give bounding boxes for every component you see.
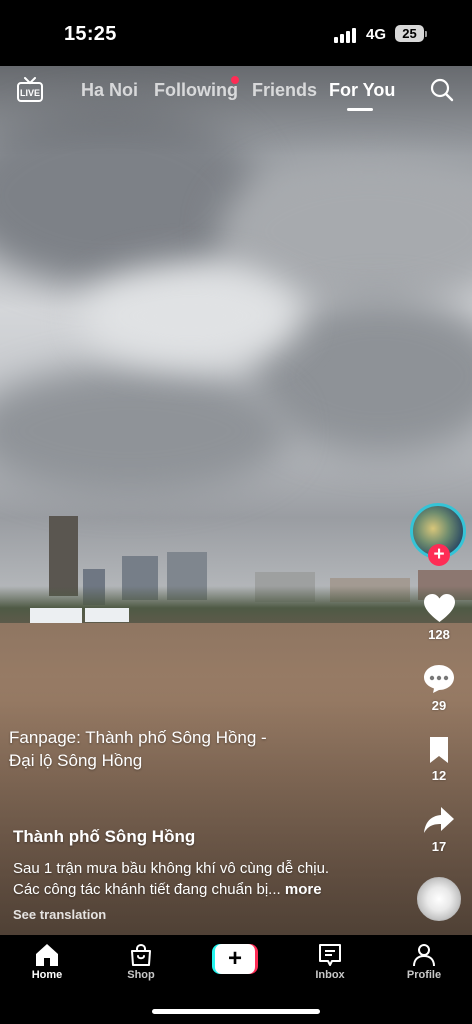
tab-for-you[interactable]: For You [329, 80, 395, 101]
caption-line-2: Các công tác khánh tiết đang chuẩn bị... [13, 881, 281, 898]
tab-friends[interactable]: Friends [252, 80, 317, 101]
cloud-shape [0, 366, 290, 496]
nav-profile[interactable]: Profile [384, 935, 464, 989]
nav-shop-label: Shop [127, 969, 155, 981]
share-count: 17 [431, 839, 447, 854]
network-type: 4G [366, 26, 387, 43]
nav-home[interactable]: Home [7, 935, 87, 989]
tab-following[interactable]: Following [154, 80, 238, 101]
author-name[interactable]: Thành phố Sông Hồng [13, 827, 195, 847]
notification-dot [231, 76, 239, 84]
video-player[interactable] [0, 66, 472, 935]
comment-icon[interactable] [423, 664, 455, 694]
svg-text:LIVE: LIVE [20, 88, 40, 98]
nav-inbox[interactable]: Inbox [290, 935, 370, 989]
music-disc-icon[interactable] [417, 877, 461, 921]
nav-profile-label: Profile [406, 969, 442, 981]
status-bar: 15:25 4G 25 [0, 0, 472, 66]
share-icon[interactable] [423, 806, 455, 834]
nav-home-label: Home [31, 969, 63, 981]
white-tent [85, 608, 129, 622]
active-tab-underline [347, 108, 373, 111]
post-caption[interactable]: Sau 1 trận mưa bầu không khí vô cùng dễ … [13, 858, 373, 900]
profile-icon [413, 944, 435, 967]
create-button[interactable]: + [212, 944, 258, 974]
caption-line-1: Sau 1 trận mưa bầu không khí vô cùng dễ … [13, 860, 330, 877]
cloud-shape [80, 266, 300, 366]
plus-icon: + [215, 944, 255, 974]
battery-tip [425, 31, 427, 37]
nav-shop[interactable]: Shop [101, 935, 181, 989]
tab-ha-noi[interactable]: Ha Noi [81, 80, 138, 101]
save-count: 12 [431, 768, 447, 783]
status-time: 15:25 [64, 23, 117, 45]
bookmark-icon[interactable] [428, 736, 450, 764]
search-icon[interactable] [430, 78, 454, 102]
battery-icon: 25 [395, 25, 424, 42]
home-icon [36, 944, 58, 966]
heart-icon[interactable] [423, 593, 456, 623]
home-indicator [152, 1009, 320, 1014]
like-count: 128 [428, 627, 450, 642]
comment-count: 29 [431, 698, 447, 713]
white-tent [30, 608, 82, 623]
shop-icon [131, 943, 151, 966]
follow-plus-button[interactable]: + [428, 544, 450, 566]
tower-building [49, 516, 78, 596]
video-overlay-text: Fanpage: Thành phố Sông Hồng - Đại lộ Sô… [9, 728, 267, 770]
more-link[interactable]: more [285, 881, 322, 898]
live-icon[interactable]: LIVE [16, 77, 44, 103]
cellular-signal-icon [334, 27, 358, 43]
see-translation-link[interactable]: See translation [13, 907, 106, 922]
nav-inbox-label: Inbox [315, 969, 345, 981]
inbox-icon [319, 944, 341, 966]
